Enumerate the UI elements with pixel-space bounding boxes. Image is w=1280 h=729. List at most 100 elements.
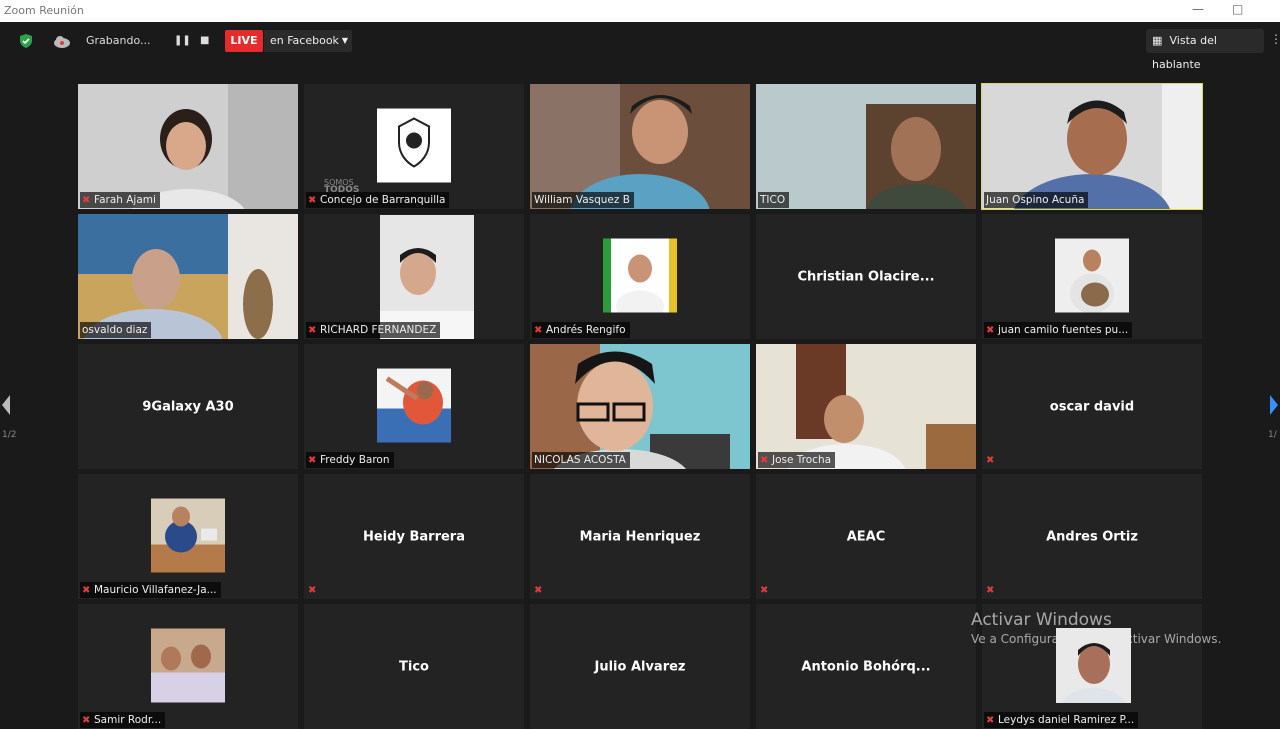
speaker-view-button[interactable]: ▦ Vista del hablante [1146,29,1264,71]
participant-tile[interactable]: Maria Henriquez ✖ [530,474,750,599]
participant-tile[interactable]: 9Galaxy A30 [78,344,298,469]
participant-name-label: ✖ RICHARD FERNANDEZ [306,322,441,338]
participant-tile-active-speaker[interactable]: Juan Ospino Acuña [981,83,1203,210]
mic-muted-icon: ✖ [534,585,543,596]
mic-muted-icon: ✖ [308,195,317,206]
window-title: Zoom Reunión [4,4,84,17]
participant-tile[interactable]: Antonio Bohórq... [756,604,976,729]
participant-tile[interactable]: ✖ Freddy Baron [304,344,524,469]
participant-tile[interactable]: Julio Alvarez [530,604,750,729]
participant-name-label: ✖ [984,582,1002,598]
participant-video [756,84,976,209]
participant-name: Andrés Rengifo [546,324,626,336]
participant-tile[interactable]: oscar david ✖ [982,344,1202,469]
live-destination-dropdown[interactable]: en Facebook ▼ [264,30,352,52]
participant-tile[interactable]: osvaldo diaz [78,214,298,339]
participant-tile[interactable]: SOMOS TODOS ✖ Concejo de Barranquilla [304,84,524,209]
shield-icon[interactable] [18,33,34,49]
fullscreen-icon[interactable]: ⋮ [1270,32,1280,46]
participant-tile[interactable]: ✖ Farah Ajami [78,84,298,209]
participant-tile[interactable]: ✖ Samir Rodr... [78,604,298,729]
participant-tile[interactable]: NICOLAS ACOSTA [530,344,750,469]
participant-avatar [603,238,677,313]
pause-recording-icon[interactable]: ❚❚ [174,30,191,52]
concejo-logo-avatar [377,108,451,183]
participant-name: Farah Ajami [94,194,156,206]
participant-tile[interactable]: Heidy Barrera ✖ [304,474,524,599]
self-view-video [1056,628,1131,703]
participant-tile[interactable]: Andres Ortiz ✖ [982,474,1202,599]
participant-video [756,344,976,469]
participant-tile[interactable]: ✖ juan camilo fuentes pu... [982,214,1202,339]
participant-tile[interactable]: ✖ RICHARD FERNANDEZ [304,214,524,339]
minimize-button[interactable]: — [1192,2,1204,16]
live-destination-label: en Facebook [270,34,339,47]
participant-name-label: ✖ Concejo de Barranquilla [306,192,450,208]
participant-avatar [151,628,225,703]
participant-name: osvaldo diaz [82,324,148,336]
maximize-button[interactable]: □ [1232,2,1243,16]
stop-recording-icon[interactable]: ■ [200,30,209,52]
participant-name-label: ✖ Samir Rodr... [80,712,166,728]
participant-tile[interactable]: ✖ Andrés Rengifo [530,214,750,339]
participant-tile[interactable]: William Vasquez B [530,84,750,209]
participant-name: Jose Trocha [772,454,832,466]
mic-muted-icon: ✖ [986,455,995,466]
participant-name-label: ✖ [532,582,550,598]
watermark-title: Activar Windows [971,610,1112,630]
participant-display-name: Andres Ortiz [1046,529,1138,544]
participant-name-label: osvaldo diaz [80,322,152,338]
participant-name-label: TICO [758,192,790,208]
next-page-icon[interactable] [1268,393,1280,417]
mic-muted-icon: ✖ [760,455,769,466]
participant-name-label: ✖ Freddy Baron [306,452,394,468]
participant-display-name: 9Galaxy A30 [142,399,234,414]
participant-tile[interactable]: ✖ Jose Trocha [756,344,976,469]
participant-display-name: oscar david [1049,399,1135,414]
participant-display-name: Julio Alvarez [594,659,686,674]
prev-page-icon[interactable] [0,393,12,417]
participant-name: TICO [760,194,786,206]
participant-avatar [380,214,475,339]
mic-muted-icon: ✖ [986,325,995,336]
meeting-toolbar [0,22,1280,62]
page-indicator-left: 1/2 [2,430,17,440]
participant-video [78,214,298,339]
participant-video [530,84,750,209]
participant-name: Mauricio Villafanez-Ja... [94,584,217,596]
participant-video [78,84,298,209]
participant-name: RICHARD FERNANDEZ [320,324,437,336]
self-view-thumbnail[interactable] [1056,628,1131,703]
participant-name: Concejo de Barranquilla [320,194,446,206]
participant-name-label: ✖ juan camilo fuentes pu... [984,322,1133,338]
page-indicator-right: 1/ [1268,430,1277,440]
mic-muted-icon: ✖ [986,715,995,726]
cloud-recording-icon [54,36,70,48]
participant-display-name: Maria Henriquez [579,529,701,544]
participant-display-name: Antonio Bohórq... [801,659,931,674]
participant-name-label: ✖ [306,582,324,598]
participant-name-label: ✖ [984,452,1002,468]
live-badge: LIVE [225,30,263,52]
participant-name: Leydys daniel Ramirez P... [998,714,1135,726]
participant-name: juan camilo fuentes pu... [998,324,1129,336]
participant-display-name: AEAC [846,529,886,544]
mic-muted-icon: ✖ [308,455,317,466]
participant-tile[interactable]: Tico [304,604,524,729]
mic-muted-icon: ✖ [82,715,91,726]
chevron-down-icon: ▼ [341,36,348,45]
participant-video [530,344,750,469]
participant-name-label: ✖ Leydys daniel Ramirez P... [984,712,1139,728]
participant-name-label: NICOLAS ACOSTA [532,452,630,468]
participant-tile[interactable]: AEAC ✖ [756,474,976,599]
participant-tile[interactable]: Christian Olacire... [756,214,976,339]
mic-muted-icon: ✖ [308,585,317,596]
mic-muted-icon: ✖ [82,195,91,206]
participant-display-name: Tico [399,659,429,674]
participant-tile[interactable]: ✖ Mauricio Villafanez-Ja... [78,474,298,599]
participant-avatar [377,368,451,443]
participant-name-label: William Vasquez B [532,192,634,208]
participant-tile[interactable]: TICO [756,84,976,209]
participant-name-label: ✖ [758,582,776,598]
participant-name: Juan Ospino Acuña [986,194,1085,206]
